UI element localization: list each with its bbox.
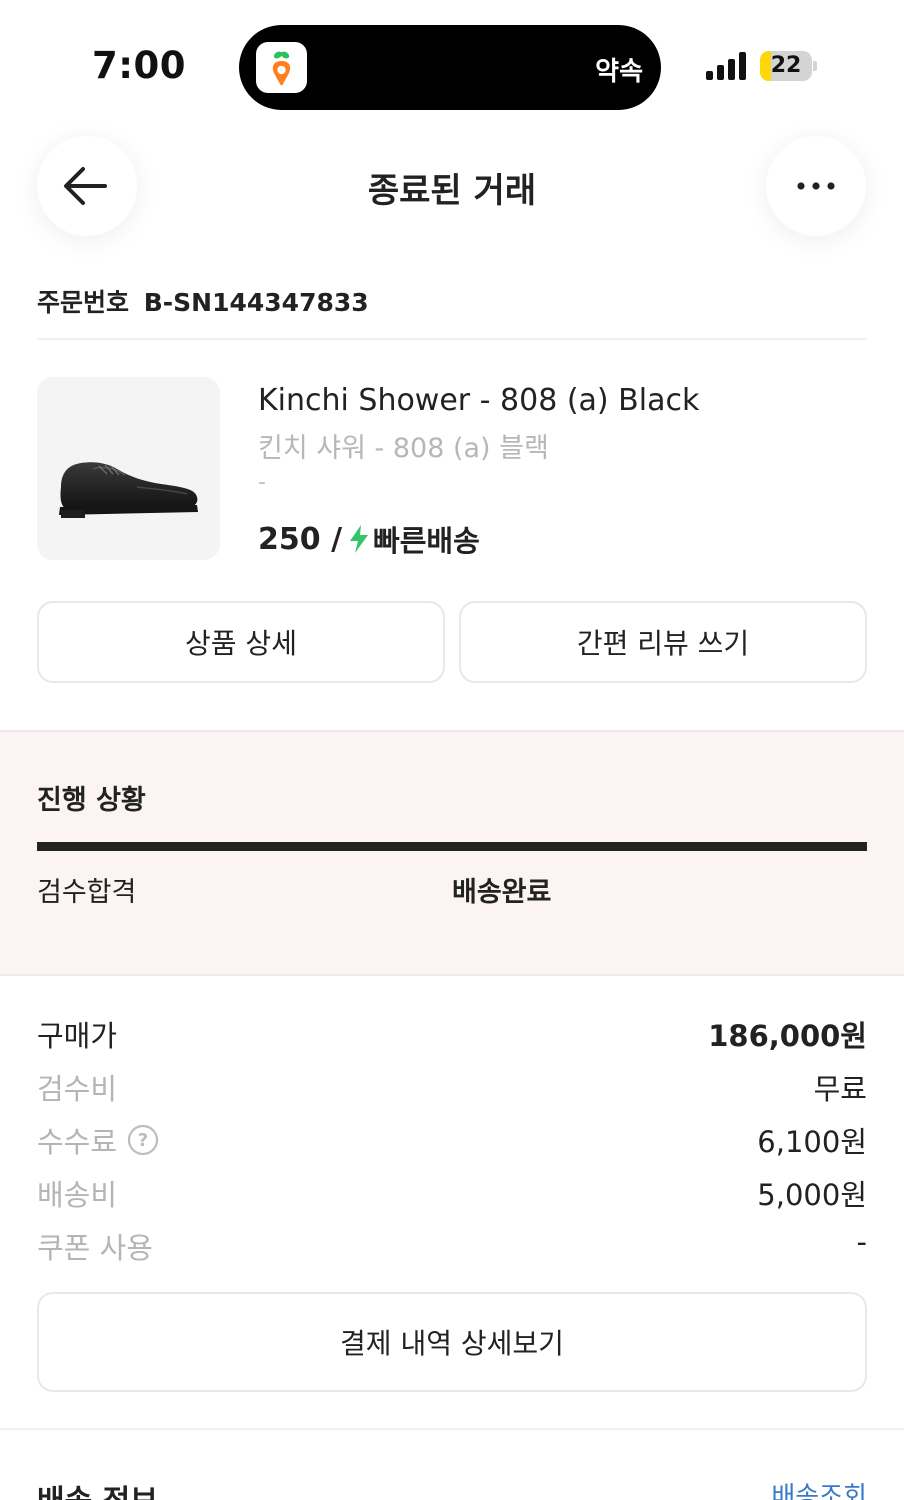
svg-text:?: ? (138, 1130, 148, 1151)
carrot-app-icon (256, 42, 307, 93)
track-shipping-link[interactable]: 배송조회 (771, 1476, 867, 1500)
product-name-korean: 킨치 샤워 - 808 (a) 블랙 (258, 433, 549, 464)
progress-bar-fill (37, 842, 867, 851)
shipping-fee-value: 5,000원 (757, 1178, 867, 1212)
progress-section: 진행 상황 검수합격 배송완료 (0, 730, 904, 976)
question-icon[interactable]: ? (127, 1124, 159, 1156)
status-time: 7:00 (92, 44, 187, 87)
more-button[interactable] (766, 136, 866, 236)
progress-step-inspection: 검수합격 (37, 877, 137, 908)
inspection-fee-label: 검수비 (37, 1072, 118, 1106)
inspection-fee-value: 무료 (813, 1072, 867, 1106)
coupon-label: 쿠폰 사용 (37, 1231, 153, 1265)
island-label: 약속 (595, 57, 643, 87)
divider (37, 338, 867, 340)
status-bar: 7:00 약속 22 (0, 0, 904, 130)
signal-icon (706, 52, 750, 80)
fee-label-group: 수수료 ? (37, 1119, 159, 1161)
progress-title: 진행 상황 (37, 785, 146, 816)
price-row-coupon: 쿠폰 사용 - (37, 1225, 867, 1265)
purchase-price-label: 구매가 (37, 1019, 118, 1053)
product-size-row: 250 / 빠른배송 (258, 518, 480, 560)
dynamic-island[interactable]: 약속 (239, 25, 661, 110)
order-number: 주문번호 B-SN144347833 (37, 283, 369, 319)
section-divider (0, 1428, 904, 1430)
battery-icon: 22 (760, 51, 817, 81)
product-size: 250 / (258, 521, 343, 557)
progress-bar (37, 842, 867, 851)
black-shoe-image (59, 462, 198, 518)
fee-value: 6,100원 (757, 1125, 867, 1159)
product-detail-button[interactable]: 상품 상세 (37, 601, 445, 683)
fast-delivery-label: 빠른배송 (373, 524, 480, 558)
product-option: - (258, 470, 266, 495)
price-row-purchase: 구매가 186,000원 (37, 1013, 867, 1053)
product-image[interactable] (37, 377, 220, 560)
lightning-icon (350, 525, 369, 553)
coupon-value: - (856, 1225, 867, 1259)
price-row-fee: 수수료 ? 6,100원 (37, 1119, 867, 1159)
fee-label: 수수료 (37, 1125, 118, 1159)
shipping-fee-label: 배송비 (37, 1178, 118, 1212)
product-name[interactable]: Kinchi Shower - 808 (a) Black (258, 383, 699, 418)
payment-detail-button[interactable]: 결제 내역 상세보기 (37, 1292, 867, 1392)
progress-step-delivered: 배송완료 (452, 877, 552, 908)
more-dots-icon (797, 182, 835, 190)
shipping-info-title: 배송 정보 (37, 1476, 158, 1500)
price-row-inspection: 검수비 무료 (37, 1066, 867, 1106)
battery-level: 22 (770, 53, 802, 78)
write-review-button[interactable]: 간편 리뷰 쓰기 (459, 601, 867, 683)
purchase-price-value: 186,000원 (708, 1019, 867, 1053)
order-number-label: 주문번호 (37, 288, 130, 317)
order-number-value: B-SN144347833 (143, 288, 369, 317)
price-row-shipping: 배송비 5,000원 (37, 1172, 867, 1212)
